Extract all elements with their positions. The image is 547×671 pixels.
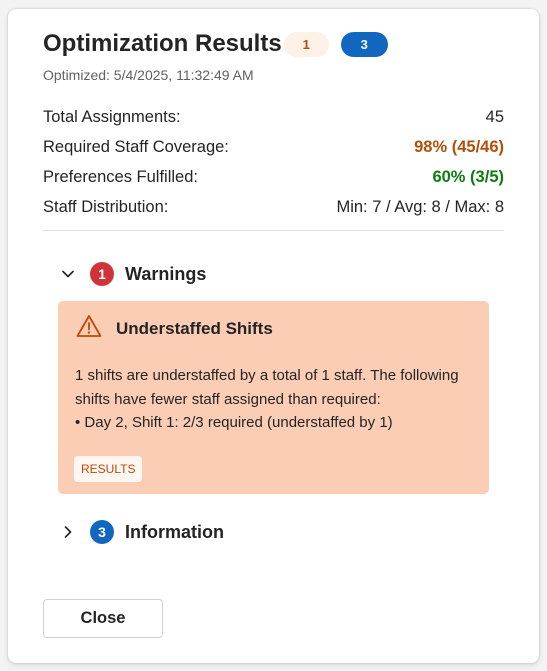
warning-card-header: Understaffed Shifts bbox=[76, 314, 273, 343]
warning-category-tag: RESULTS bbox=[74, 456, 143, 482]
warnings-section-toggle[interactable]: 1 Warnings bbox=[58, 260, 206, 288]
stat-label: Staff Distribution: bbox=[43, 197, 169, 216]
warning-count-badge: 1 bbox=[283, 31, 329, 57]
information-section-toggle[interactable]: 3 Information bbox=[58, 518, 224, 546]
stat-value: 60% (3/5) bbox=[432, 167, 504, 186]
stat-required-coverage: Required Staff Coverage: 98% (45/46) bbox=[43, 132, 504, 162]
warnings-count-circle: 1 bbox=[90, 262, 114, 286]
stat-value: Min: 7 / Avg: 8 / Max: 8 bbox=[336, 197, 504, 216]
info-count-badge: 3 bbox=[340, 31, 388, 57]
stat-staff-distribution: Staff Distribution: Min: 7 / Avg: 8 / Ma… bbox=[43, 192, 504, 222]
optimization-results-dialog: Optimization Results 1 3 Optimized: 5/4/… bbox=[8, 9, 539, 663]
close-button[interactable]: Close bbox=[43, 599, 163, 638]
stats-list: Total Assignments: 45 Required Staff Cov… bbox=[43, 102, 504, 222]
optimized-timestamp: Optimized: 5/4/2025, 11:32:49 AM bbox=[43, 67, 254, 83]
stat-total-assignments: Total Assignments: 45 bbox=[43, 102, 504, 132]
information-section-label: Information bbox=[125, 521, 224, 542]
stat-preferences-fulfilled: Preferences Fulfilled: 60% (3/5) bbox=[43, 162, 504, 192]
stat-label: Preferences Fulfilled: bbox=[43, 167, 198, 186]
title-row: Optimization Results 1 3 bbox=[43, 29, 388, 59]
information-count-circle: 3 bbox=[90, 520, 114, 544]
stat-label: Total Assignments: bbox=[43, 107, 181, 126]
divider bbox=[43, 230, 504, 231]
dialog-title: Optimization Results bbox=[43, 30, 282, 57]
warning-message: 1 shifts are understaffed by a total of … bbox=[75, 364, 480, 435]
warning-card: Understaffed Shifts 1 shifts are underst… bbox=[58, 301, 489, 494]
stat-value: 45 bbox=[485, 107, 504, 126]
stat-value: 98% (45/46) bbox=[414, 137, 504, 156]
chevron-right-icon bbox=[58, 522, 78, 542]
warning-title: Understaffed Shifts bbox=[116, 318, 273, 338]
chevron-down-icon bbox=[58, 264, 78, 284]
warning-detail-line: • Day 2, Shift 1: 2/3 required (understa… bbox=[75, 414, 393, 431]
warning-message-text: 1 shifts are understaffed by a total of … bbox=[75, 367, 459, 408]
stat-label: Required Staff Coverage: bbox=[43, 137, 229, 156]
warnings-section-label: Warnings bbox=[125, 263, 207, 284]
warning-triangle-icon bbox=[76, 314, 102, 343]
